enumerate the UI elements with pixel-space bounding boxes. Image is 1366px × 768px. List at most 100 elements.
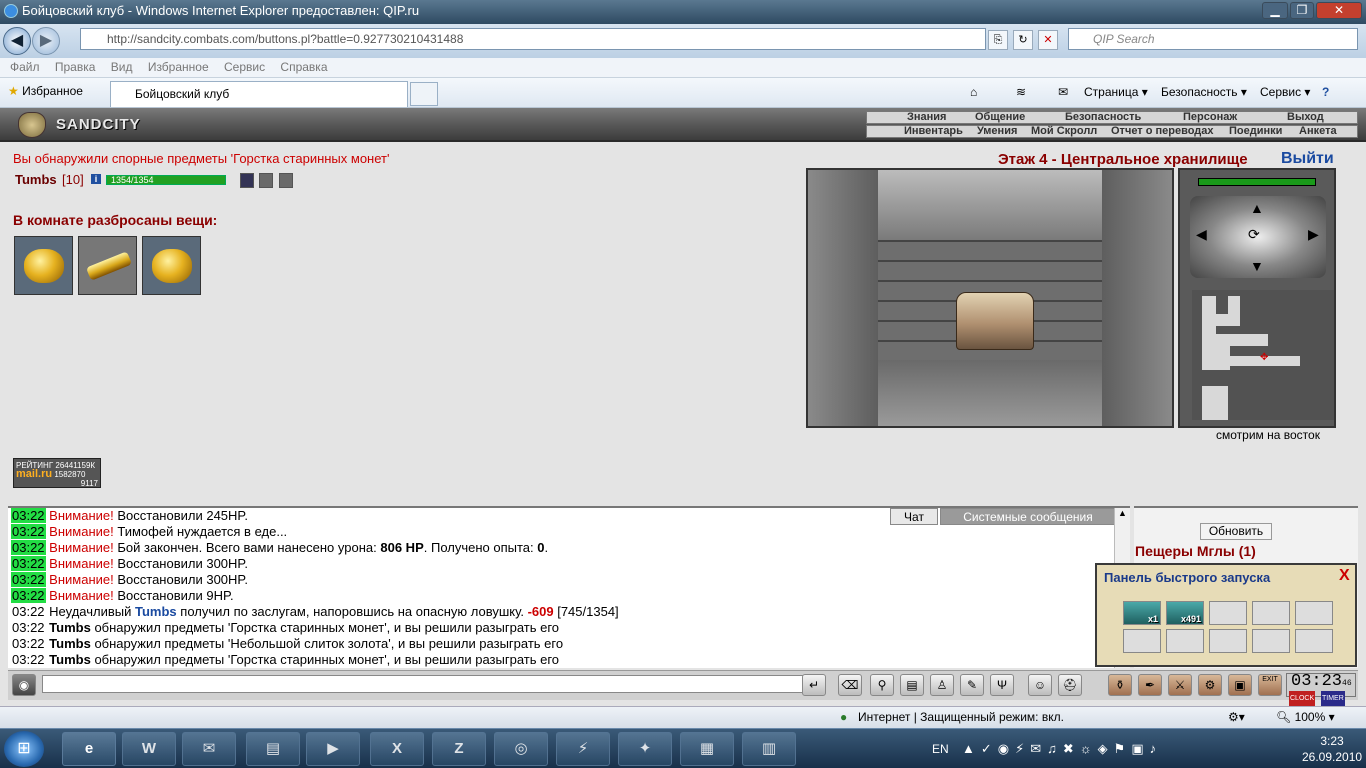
new-tab-button[interactable] xyxy=(410,82,438,106)
chat-input[interactable] xyxy=(42,675,806,693)
tab-fight-club[interactable]: Бойцовский клуб xyxy=(110,81,408,107)
help-icon[interactable]: ? xyxy=(1322,84,1329,100)
minimize-button[interactable]: ▁ xyxy=(1262,2,1288,19)
link-transfers[interactable]: Отчет о переводах xyxy=(1111,126,1214,137)
feeds-icon[interactable]: ≋ xyxy=(1016,84,1026,100)
turn-right-icon[interactable]: ▶ xyxy=(1308,226,1319,243)
exit-icon[interactable]: EXIT xyxy=(1258,674,1282,696)
chat-time[interactable]: 03:22 xyxy=(11,524,46,539)
taskbar-explorer[interactable]: ▤ xyxy=(246,732,300,766)
tray-clock[interactable]: 3:23 26.09.2010 xyxy=(1302,733,1362,765)
scroll-icon[interactable]: ✒ xyxy=(1138,674,1162,696)
item-gold-bar[interactable] xyxy=(78,236,137,295)
quick-slot-4[interactable] xyxy=(1252,601,1290,625)
taskbar-excel[interactable]: X xyxy=(370,732,424,766)
taskbar-bolt[interactable]: ⚡ xyxy=(556,732,610,766)
stop-icon[interactable]: ✕ xyxy=(1038,30,1058,50)
protected-mode-icon[interactable]: ⚙▾ xyxy=(1228,707,1245,728)
tab-chat[interactable]: Чат xyxy=(890,508,938,525)
quick-slot-7[interactable] xyxy=(1166,629,1204,653)
link-fights[interactable]: Поединки xyxy=(1229,126,1282,137)
quick-slot-6[interactable] xyxy=(1123,629,1161,653)
compat-view-icon[interactable]: ⎘ xyxy=(988,30,1008,50)
chat-time[interactable]: 03:22 xyxy=(11,588,46,603)
chat-time[interactable]: 03:22 xyxy=(11,572,46,587)
chat-time[interactable]: 03:22 xyxy=(11,652,46,667)
chat-time[interactable]: 03:22 xyxy=(11,604,46,619)
maximize-button[interactable]: ❐ xyxy=(1290,2,1314,19)
private-icon[interactable]: ✎ xyxy=(960,674,984,696)
menu-view[interactable]: Вид xyxy=(111,60,133,74)
treasure-chest-icon[interactable] xyxy=(956,292,1034,350)
close-button[interactable]: ✕ xyxy=(1316,2,1362,19)
dungeon-view[interactable] xyxy=(806,168,1174,428)
quick-slot-9[interactable] xyxy=(1252,629,1290,653)
taskbar-ie[interactable]: e xyxy=(62,732,116,766)
refresh-button[interactable]: Обновить xyxy=(1200,523,1272,540)
menu-file[interactable]: Файл xyxy=(10,60,40,74)
menu-tools[interactable]: Сервис xyxy=(224,60,265,74)
taskbar-eye[interactable]: ◎ xyxy=(494,732,548,766)
item-coins-2[interactable] xyxy=(142,236,201,295)
quick-panel-close[interactable]: X xyxy=(1339,568,1350,584)
taskbar-app[interactable]: Z xyxy=(432,732,486,766)
turn-left-icon[interactable]: ◀ xyxy=(1196,226,1207,243)
chat-time[interactable]: 03:22 xyxy=(11,620,46,635)
cmd-page[interactable]: Страница ▾ xyxy=(1084,84,1148,100)
player-name[interactable]: Tumbs xyxy=(15,172,57,187)
smiley-icon[interactable]: ☺ xyxy=(1028,674,1052,696)
search-input[interactable]: QIP Search xyxy=(1068,28,1358,50)
security-zone[interactable]: Интернет | Защищенный режим: вкл. xyxy=(858,707,1064,728)
taskbar-calculator[interactable]: ▦ xyxy=(680,732,734,766)
quick-slot-8[interactable] xyxy=(1209,629,1247,653)
lock-icon[interactable]: ▣ xyxy=(1228,674,1252,696)
link-character[interactable]: Персонаж xyxy=(1183,112,1237,123)
link-profile[interactable]: Анкета xyxy=(1299,126,1337,137)
menu-help[interactable]: Справка xyxy=(280,60,327,74)
chat-user-bold[interactable]: Tumbs xyxy=(49,652,91,667)
potion-icon[interactable]: ⚱ xyxy=(1108,674,1132,696)
clan-badge-icon[interactable] xyxy=(240,173,254,188)
zoom-level[interactable]: 🔍︎ 100% ▾ xyxy=(1276,707,1335,728)
chat-user-bold[interactable]: Tumbs xyxy=(49,620,91,635)
rank-badge-icon[interactable] xyxy=(279,173,293,188)
start-button[interactable]: ⊞ xyxy=(4,731,44,767)
chat-time[interactable]: 03:22 xyxy=(11,508,46,523)
arrow-up-icon[interactable]: ▲ xyxy=(1250,200,1264,216)
send-button[interactable]: ↵ xyxy=(802,674,826,696)
forward-button[interactable]: ▶ xyxy=(32,27,60,55)
shield-badge-icon[interactable] xyxy=(259,173,273,188)
tray-icons[interactable]: ▲✓◉⚡✉♫✖☼◈⚑▣♪ xyxy=(962,729,1162,768)
mail-icon[interactable]: ✉ xyxy=(1058,84,1068,100)
location-title[interactable]: Пещеры Мглы (1) xyxy=(1135,543,1256,559)
chat-user-bold[interactable]: Tumbs xyxy=(49,636,91,651)
quick-slot-2[interactable]: x491 xyxy=(1166,601,1204,625)
helmet-icon[interactable]: ⛑ xyxy=(1058,674,1082,696)
quick-slot-10[interactable] xyxy=(1295,629,1333,653)
chat-time[interactable]: 03:22 xyxy=(11,540,46,555)
quick-slot-1[interactable]: x1 xyxy=(1123,601,1161,625)
home-icon[interactable]: ⌂ xyxy=(970,84,977,100)
link-security[interactable]: Безопасность xyxy=(1065,112,1141,123)
translit-icon[interactable]: Ψ xyxy=(990,674,1014,696)
chat-log[interactable]: 03:22 Внимание! Восстановили 245HP. 03:22… xyxy=(8,506,1130,668)
walk-icon[interactable]: ♙ xyxy=(930,674,954,696)
gear-icon[interactable]: ⚙ xyxy=(1198,674,1222,696)
mailru-rating-counter[interactable]: РЕЙТИНГ 26441159К mail.ru 1582870 9117 xyxy=(13,458,101,488)
chat-user[interactable]: Tumbs xyxy=(135,604,177,619)
info-icon[interactable]: i xyxy=(91,174,101,184)
link-inventory[interactable]: Инвентарь xyxy=(904,126,963,137)
refresh-view-icon[interactable]: ⟳ xyxy=(1248,226,1260,243)
item-coins-1[interactable] xyxy=(14,236,73,295)
cmd-tools[interactable]: Сервис ▾ xyxy=(1260,84,1310,100)
link-knowledge[interactable]: Знания xyxy=(907,112,946,123)
tab-system-messages[interactable]: Системные сообщения xyxy=(940,508,1116,525)
taskbar-archive[interactable]: ▥ xyxy=(742,732,796,766)
menu-favorites[interactable]: Избранное xyxy=(148,60,209,74)
filter-icon[interactable]: ⚲ xyxy=(870,674,894,696)
refresh-icon[interactable]: ↻ xyxy=(1013,30,1033,50)
back-button[interactable]: ◀ xyxy=(3,27,31,55)
taskbar-paint[interactable]: ✦ xyxy=(618,732,672,766)
arrow-down-icon[interactable]: ▼ xyxy=(1250,258,1264,274)
link-skills[interactable]: Умения xyxy=(977,126,1017,137)
